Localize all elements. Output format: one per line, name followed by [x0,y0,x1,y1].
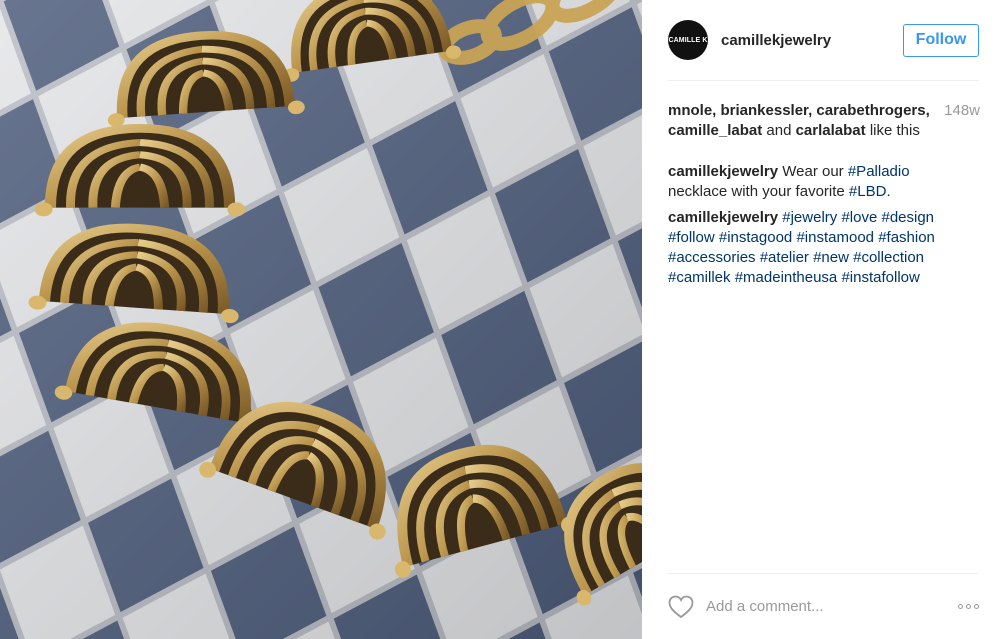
necklace-photo-illustration [0,0,642,639]
dot-icon [966,604,971,609]
comment-author[interactable]: camillekjewelry [668,209,778,226]
like-this-text: like this [869,122,920,139]
comment-bar: Add a comment... [668,574,979,639]
hashtag-lbd[interactable]: #LBD [849,183,887,200]
hashtag-link[interactable]: #instafollow [841,269,919,286]
hashtag-link[interactable]: #follow [668,229,715,246]
caption-text-wear: Wear our [782,163,844,180]
hashtag-link[interactable]: #fashion [878,229,935,246]
caption-period: . [886,183,891,200]
hashtag-link[interactable]: #accessories [668,249,756,266]
post-timestamp[interactable]: 148w [944,101,980,121]
hashtag-link[interactable]: #instagood [719,229,792,246]
liker-carlalabat[interactable]: carlalabat [796,122,866,139]
caption-author[interactable]: camillekjewelry [668,163,778,180]
liker-camille-labat[interactable]: camille_labat [668,122,762,139]
hashtag-link[interactable]: #design [881,209,934,226]
likers-list[interactable]: mnole, briankessler, carabethrogers, [668,102,930,119]
dot-icon [974,604,979,609]
add-comment-input[interactable]: Add a comment... [706,598,958,615]
follow-button[interactable]: Follow [903,23,979,57]
username-link[interactable]: camillekjewelry [721,32,903,49]
hashtag-link[interactable]: #camillek [668,269,731,286]
hashtag-link[interactable]: #madeintheusa [735,269,838,286]
avatar-logo-text: CAMILLE K [668,36,708,44]
avatar[interactable]: CAMILLE K [668,20,708,60]
dot-icon [958,604,963,609]
post-caption: camillekjewelry Wear our #Palladio neckl… [668,162,968,202]
hashtag-link[interactable]: #jewelry [782,209,837,226]
hashtag-link[interactable]: #new [813,249,849,266]
hashtag-palladio[interactable]: #Palladio [848,163,910,180]
hashtag-link[interactable]: #instamood [796,229,874,246]
more-options-icon[interactable] [958,604,979,609]
and-text: and [766,122,792,139]
post-header: CAMILLE K camillekjewelry Follow [642,0,1000,80]
header-divider [668,80,979,81]
post-photo[interactable] [0,0,642,639]
likes-summary: mnole, briankessler, carabethrogers, cam… [668,101,980,141]
caption-text-necklace: necklace with your favorite [668,183,845,200]
hashtag-link[interactable]: #collection [853,249,924,266]
heart-outline-icon[interactable] [668,595,694,619]
hashtag-link[interactable]: #love [841,209,877,226]
hashtag-comment: camillekjewelry #jewelry #love #design #… [668,208,973,288]
post-details-panel: CAMILLE K camillekjewelry Follow mnole, … [642,0,1000,639]
hashtag-link[interactable]: #atelier [760,249,809,266]
